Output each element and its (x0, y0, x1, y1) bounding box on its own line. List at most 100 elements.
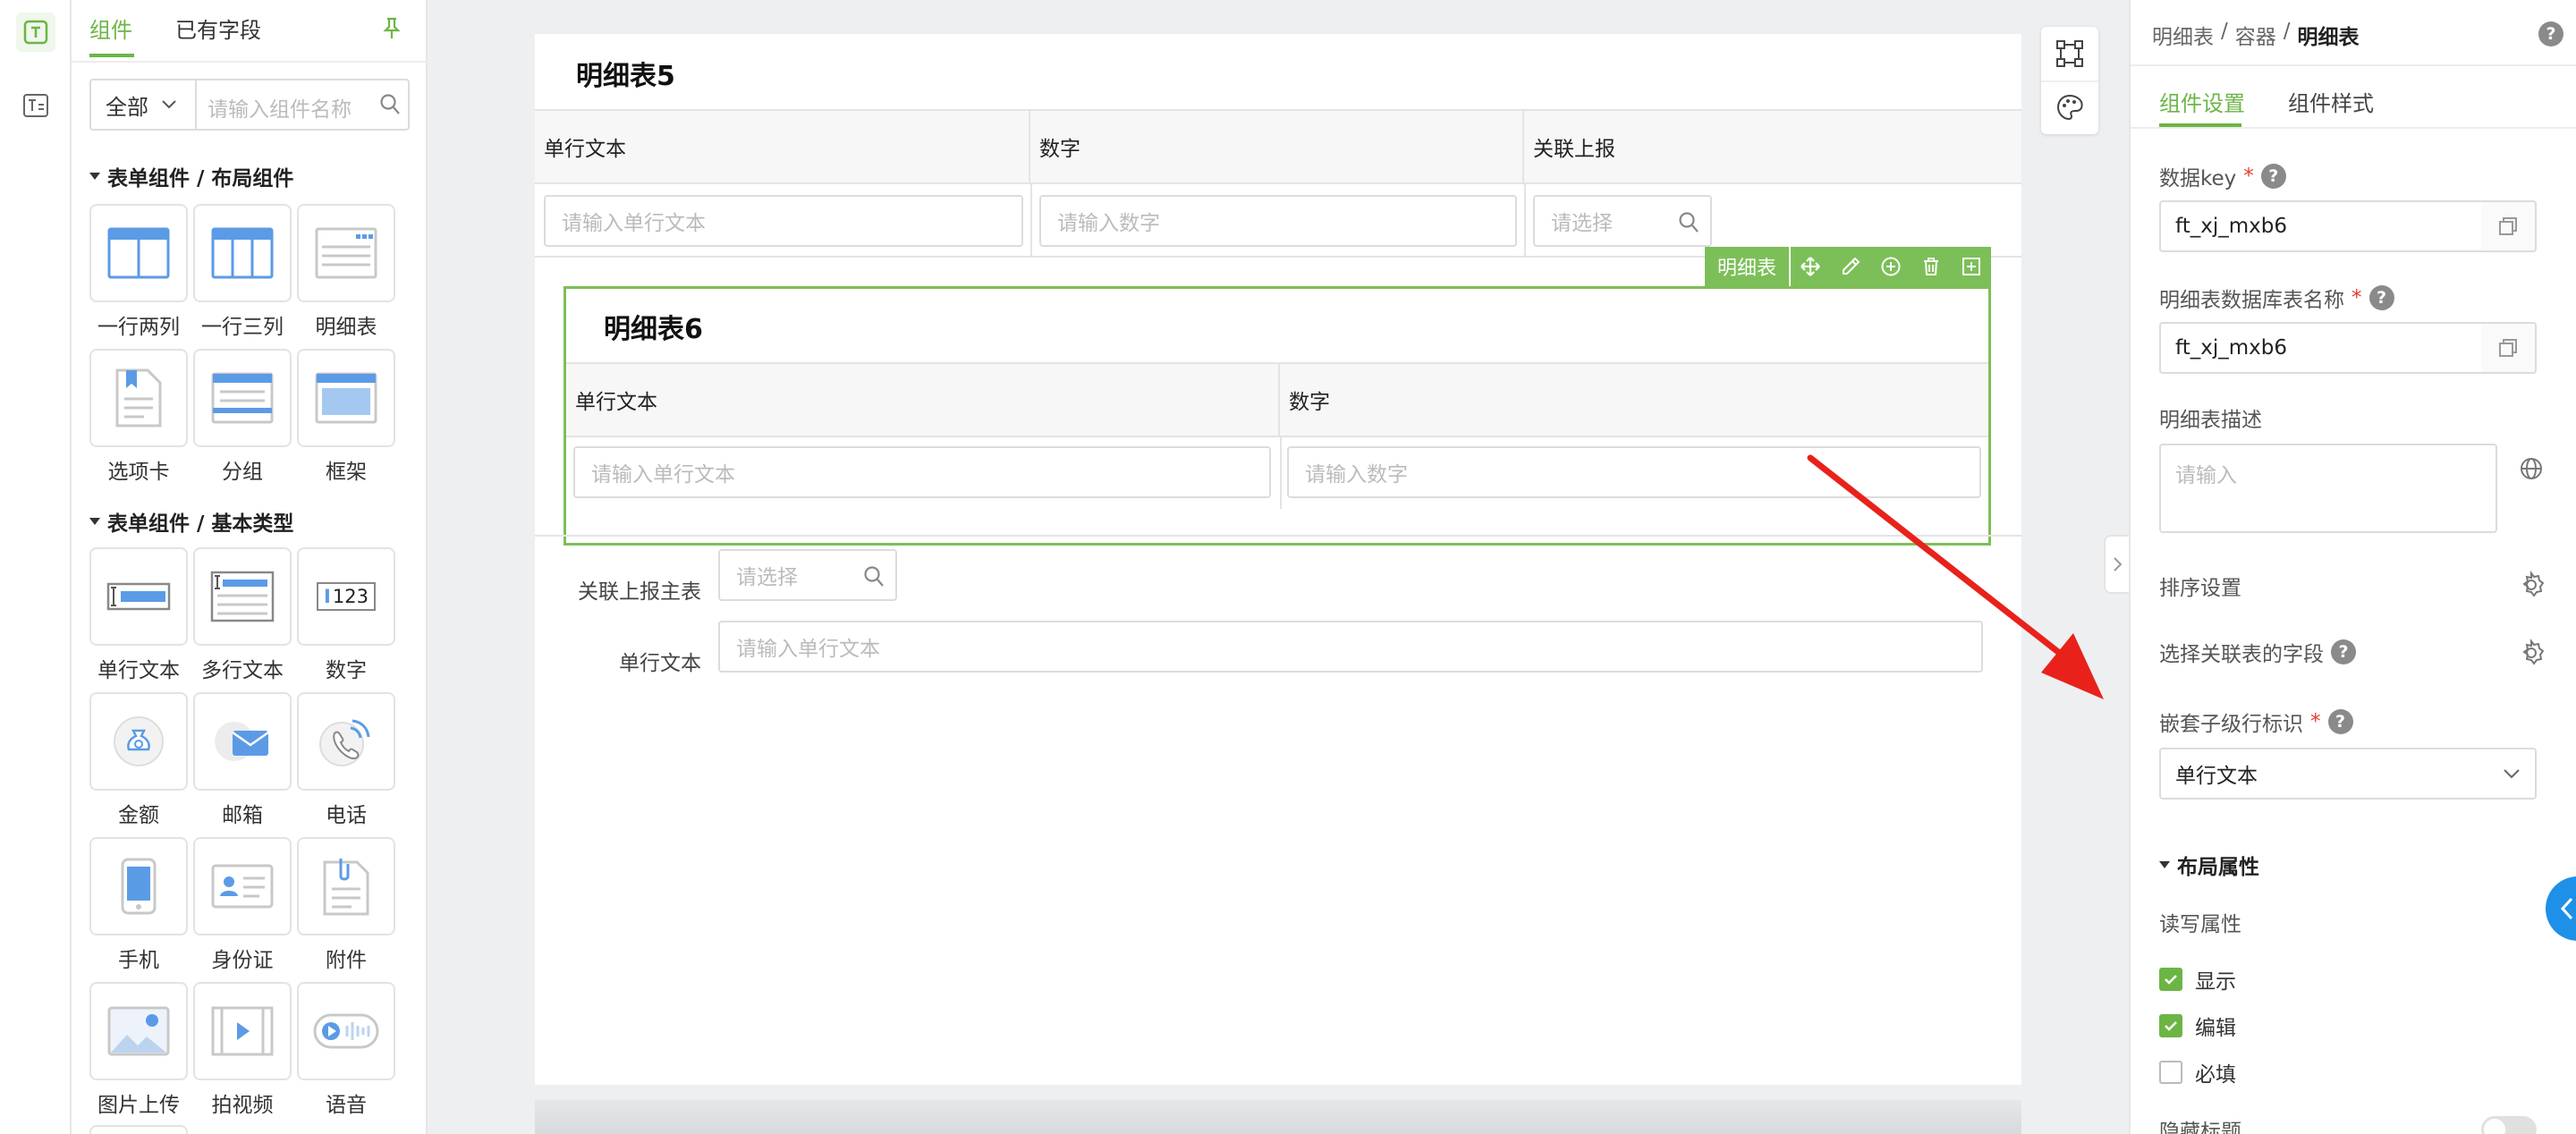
table-description-label: 明细表描述 (2159, 409, 2262, 432)
component-card-mobile[interactable] (89, 837, 188, 935)
copy-button[interactable] (2481, 322, 2537, 374)
copy-button[interactable] (2481, 200, 2537, 252)
breadcrumb-item[interactable]: 明细表 (2152, 20, 2214, 50)
move-icon[interactable] (1800, 256, 1821, 277)
tab-component-settings[interactable]: 组件设置 (2159, 86, 2245, 117)
help-icon[interactable]: ? (2331, 639, 2356, 664)
help-icon[interactable]: ? (2368, 285, 2394, 310)
component-card-number[interactable]: I 123 (297, 547, 395, 646)
component-card-voice[interactable] (297, 982, 395, 1080)
component-card-group[interactable] (193, 349, 292, 447)
report-select[interactable]: 请选择 (1533, 195, 1712, 247)
trash-icon[interactable] (1920, 256, 1942, 277)
detail-table-6-title: 明细表6 (604, 314, 703, 345)
description-textarea[interactable]: 请输入 (2159, 444, 2497, 533)
db-table-name-label: 明细表数据库表名称 *? (2159, 283, 2394, 313)
help-icon[interactable]: ? (2538, 21, 2563, 47)
card-label: 金额 (118, 804, 159, 827)
card-label: 一行三列 (201, 316, 284, 339)
component-card-detail-table[interactable] (297, 204, 395, 302)
mobile-phone-icon (121, 858, 157, 915)
card-label: 明细表 (315, 316, 377, 339)
detail-table-6[interactable]: 明细表6 单行文本 数字 请输入单行文本 请输入数字 (564, 286, 1991, 546)
help-icon[interactable]: ? (2327, 709, 2353, 734)
collapse-panel-button[interactable] (2104, 535, 2131, 594)
tab-component-style[interactable]: 组件样式 (2288, 86, 2374, 117)
text-input[interactable]: 请输入单行文本 (718, 621, 1983, 673)
group-icon (211, 372, 274, 424)
card-label: 一行两列 (97, 316, 180, 339)
add-circle-icon[interactable] (1880, 256, 1902, 277)
hide-title-toggle[interactable] (2481, 1116, 2537, 1134)
number-input[interactable]: 请输入数字 (1039, 195, 1517, 247)
detail-table-6-header: 单行文本 数字 (566, 362, 1988, 437)
column-divider (1030, 184, 1032, 256)
component-card-partial (89, 1125, 188, 1134)
copy-icon (2499, 217, 2517, 235)
text-input[interactable]: 请输入单行文本 (544, 195, 1023, 247)
single-line-text-icon (106, 582, 171, 611)
main-report-select[interactable]: 请选择 (718, 549, 897, 601)
component-card-id-card[interactable] (193, 837, 292, 935)
component-card-email[interactable] (193, 692, 292, 791)
floating-side-button[interactable] (2546, 876, 2576, 941)
breadcrumb: 明细表 / 容器 / 明细表 (2152, 20, 2360, 50)
breadcrumb-item[interactable]: 容器 (2235, 20, 2276, 50)
column-header: 数字 (1030, 111, 1524, 182)
multi-line-text-icon (210, 571, 275, 622)
number-input[interactable]: 请输入数字 (1287, 446, 1981, 498)
checkbox-show[interactable]: 显示 (2159, 964, 2236, 994)
palette-icon[interactable] (2055, 93, 2084, 122)
pin-icon[interactable] (381, 16, 402, 41)
checkbox-checked (2159, 968, 2182, 991)
nested-row-id-select[interactable]: 单行文本 (2159, 748, 2537, 800)
component-card-multi-line-text[interactable] (193, 547, 292, 646)
sort-settings-gear-icon[interactable] (2517, 571, 2546, 599)
frame-icon (315, 372, 377, 424)
layout-properties-section[interactable]: 布局属性 (2159, 850, 2259, 880)
component-card-three-columns[interactable] (193, 204, 292, 302)
text-input[interactable]: 请输入单行文本 (573, 446, 1271, 498)
component-card-two-columns[interactable] (89, 204, 188, 302)
component-search-input[interactable]: 请输入组件名称 (208, 92, 352, 123)
add-square-icon[interactable] (1961, 256, 1982, 277)
active-tab-indicator (89, 54, 134, 57)
tabs-divider (72, 61, 428, 63)
section-title-basic-types[interactable]: 表单组件 / 基本类型 (89, 506, 293, 537)
check-icon (2165, 1021, 2177, 1031)
component-card-single-line-text[interactable] (89, 547, 188, 646)
section-title-layout[interactable]: 表单组件 / 布局组件 (89, 161, 293, 191)
associated-fields-gear-icon[interactable] (2517, 639, 2546, 667)
two-columns-icon (107, 227, 170, 279)
nested-row-id-label: 嵌套子级行标识 *? (2159, 707, 2353, 737)
db-table-name-input[interactable]: ft_xj_mxb6 (2159, 322, 2537, 374)
help-icon[interactable]: ? (2260, 164, 2286, 189)
card-label: 数字 (326, 659, 367, 682)
card-label: 附件 (326, 949, 367, 972)
selection-toolbar: 明细表 (1705, 247, 1991, 286)
search-icon[interactable] (379, 93, 401, 116)
component-card-image-upload[interactable] (89, 982, 188, 1080)
data-key-input[interactable]: ft_xj_mxb6 (2159, 200, 2537, 252)
component-card-video[interactable] (193, 982, 292, 1080)
detail-table-icon (315, 227, 377, 279)
tab-components[interactable]: 组件 (89, 13, 132, 44)
image-icon (107, 1006, 170, 1056)
frame-select-icon[interactable] (2055, 39, 2084, 68)
component-card-amount[interactable] (89, 692, 188, 791)
tab-existing-fields[interactable]: 已有字段 (175, 13, 261, 44)
text-component-icon[interactable] (16, 13, 55, 52)
checkbox-required[interactable]: 必填 (2159, 1057, 2236, 1087)
component-card-frame[interactable] (297, 349, 395, 447)
brush-icon[interactable] (1840, 256, 1861, 277)
checkbox-edit[interactable]: 编辑 (2159, 1011, 2236, 1041)
component-card-tabs[interactable] (89, 349, 188, 447)
canvas-tools (2041, 27, 2098, 134)
globe-icon[interactable] (2519, 456, 2544, 481)
form-text-icon[interactable] (16, 86, 55, 125)
category-select[interactable]: 全部 (91, 80, 197, 129)
column-header: 单行文本 (566, 364, 1280, 436)
component-card-attachment[interactable] (297, 837, 395, 935)
column-divider (1280, 437, 1282, 509)
component-card-phone[interactable] (297, 692, 395, 791)
